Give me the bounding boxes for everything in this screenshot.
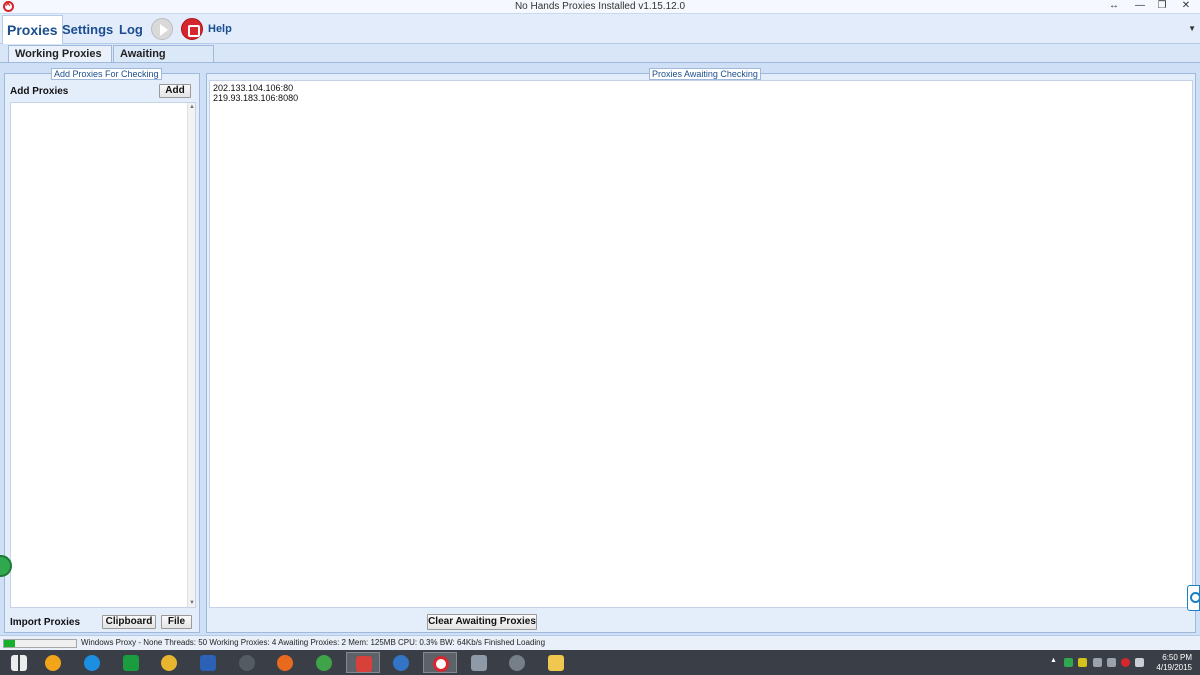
taskbar-app[interactable] (384, 652, 418, 673)
taskbar-app[interactable] (423, 652, 457, 673)
subtab-awaiting-proxies[interactable]: Awaiting Proxies (113, 45, 214, 76)
add-proxies-label: Add Proxies (10, 86, 69, 97)
clock-time: 6:50 PM (1162, 653, 1192, 662)
tab-log[interactable]: Log (115, 15, 147, 44)
windows-icon (11, 655, 27, 671)
awaiting-proxies-panel: Proxies Awaiting Checking 202.133.104.10… (206, 68, 1196, 633)
taskbar-app[interactable] (346, 652, 380, 673)
internet-explorer-icon (84, 655, 100, 671)
flag-icon[interactable] (1107, 658, 1116, 667)
help-link[interactable]: Help (208, 23, 232, 35)
menu-ribbon: Proxies Settings Log Help ▼ (0, 14, 1200, 44)
panel-title: Proxies Awaiting Checking (649, 68, 761, 80)
taskbar-app[interactable] (191, 652, 225, 673)
add-button[interactable]: Add (159, 84, 191, 98)
volume-icon[interactable] (1135, 658, 1144, 667)
import-proxies-label: Import Proxies (10, 617, 81, 628)
subtab-bar: Working Proxies Awaiting Proxies (0, 44, 1200, 76)
proxy-list[interactable]: 202.133.104.106:80 219.93.183.106:8080 (209, 80, 1193, 608)
clipboard-button[interactable]: Clipboard (102, 615, 156, 629)
progress-bar (3, 639, 77, 648)
list-item: 202.133.104.106:80 (213, 83, 294, 93)
taskbar-app[interactable] (152, 652, 186, 673)
tray-stop-icon[interactable] (1121, 658, 1130, 667)
file-button[interactable]: File (161, 615, 192, 629)
title-bar: No Hands Proxies Installed v1.15.12.0 ↔ … (0, 0, 1200, 14)
tray-app-icon[interactable] (1078, 658, 1087, 667)
twitter-icon (509, 655, 525, 671)
firefox-icon (277, 655, 293, 671)
tab-proxies[interactable]: Proxies (2, 15, 63, 44)
tab-settings[interactable]: Settings (58, 15, 117, 44)
clear-awaiting-proxies-button[interactable]: Clear Awaiting Proxies (427, 614, 537, 630)
status-bar: Windows Proxy - None Threads: 50 Working… (0, 635, 1200, 650)
add-proxies-panel: Add Proxies For Checking Add Proxies Add… (4, 68, 200, 633)
taskbar-app[interactable] (75, 652, 109, 673)
store-icon (123, 655, 139, 671)
close-button[interactable]: ✕ (1176, 0, 1196, 11)
clock[interactable]: 6:50 PM 4/19/2015 (1156, 653, 1192, 673)
tray-caret-icon[interactable]: ▲ (1050, 657, 1057, 664)
play-icon[interactable] (151, 18, 173, 40)
list-item: 219.93.183.106:8080 (213, 93, 299, 103)
progress-fill (4, 640, 15, 647)
resize-icon[interactable]: ↔ (1104, 0, 1124, 11)
taskbar-app[interactable] (114, 652, 148, 673)
scrollbar[interactable]: ▲ ▼ (187, 103, 195, 607)
settings-gear-icon (239, 655, 255, 671)
main-content: Add Proxies For Checking Add Proxies Add… (0, 62, 1200, 635)
taskbar-app[interactable] (539, 652, 573, 673)
taskbar-app[interactable] (36, 652, 70, 673)
picasa-icon (161, 655, 177, 671)
security-icon[interactable] (1064, 658, 1073, 667)
proxy-input[interactable]: ▲ ▼ (10, 102, 196, 608)
monitor-icon (471, 655, 487, 671)
remote-desktop-icon (200, 655, 216, 671)
scroll-down-icon[interactable]: ▼ (188, 599, 196, 607)
restore-button[interactable]: ❐ (1152, 0, 1172, 11)
start-button[interactable] (2, 652, 36, 673)
app-globe-icon (45, 655, 61, 671)
bird-icon (393, 655, 409, 671)
taskbar-app[interactable] (230, 652, 264, 673)
taskbar-app[interactable] (500, 652, 534, 673)
folder-icon (548, 655, 564, 671)
scroll-up-icon[interactable]: ▲ (188, 103, 196, 111)
app-icon (356, 656, 372, 672)
teamviewer-tab-icon[interactable] (1187, 585, 1200, 611)
taskbar-app[interactable] (307, 652, 341, 673)
clock-date: 4/19/2015 (1156, 663, 1192, 672)
taskbar-app[interactable] (268, 652, 302, 673)
subtab-working-proxies[interactable]: Working Proxies (8, 45, 112, 62)
stop-icon[interactable] (181, 18, 203, 40)
taskbar-app[interactable] (462, 652, 496, 673)
window-title: No Hands Proxies Installed v1.15.12.0 (514, 1, 686, 12)
panel-title: Add Proxies For Checking (51, 68, 162, 80)
no-hands-proxies-icon (433, 656, 449, 672)
chevron-down-icon[interactable]: ▼ (1188, 24, 1196, 33)
taskbar: ▲ 6:50 PM 4/19/2015 (0, 650, 1200, 675)
chrome-icon (316, 655, 332, 671)
status-text: Windows Proxy - None Threads: 50 Working… (81, 638, 546, 647)
minimize-button[interactable]: — (1130, 0, 1150, 11)
network-icon[interactable] (1093, 658, 1102, 667)
system-tray: ▲ 6:50 PM 4/19/2015 (1040, 650, 1200, 675)
